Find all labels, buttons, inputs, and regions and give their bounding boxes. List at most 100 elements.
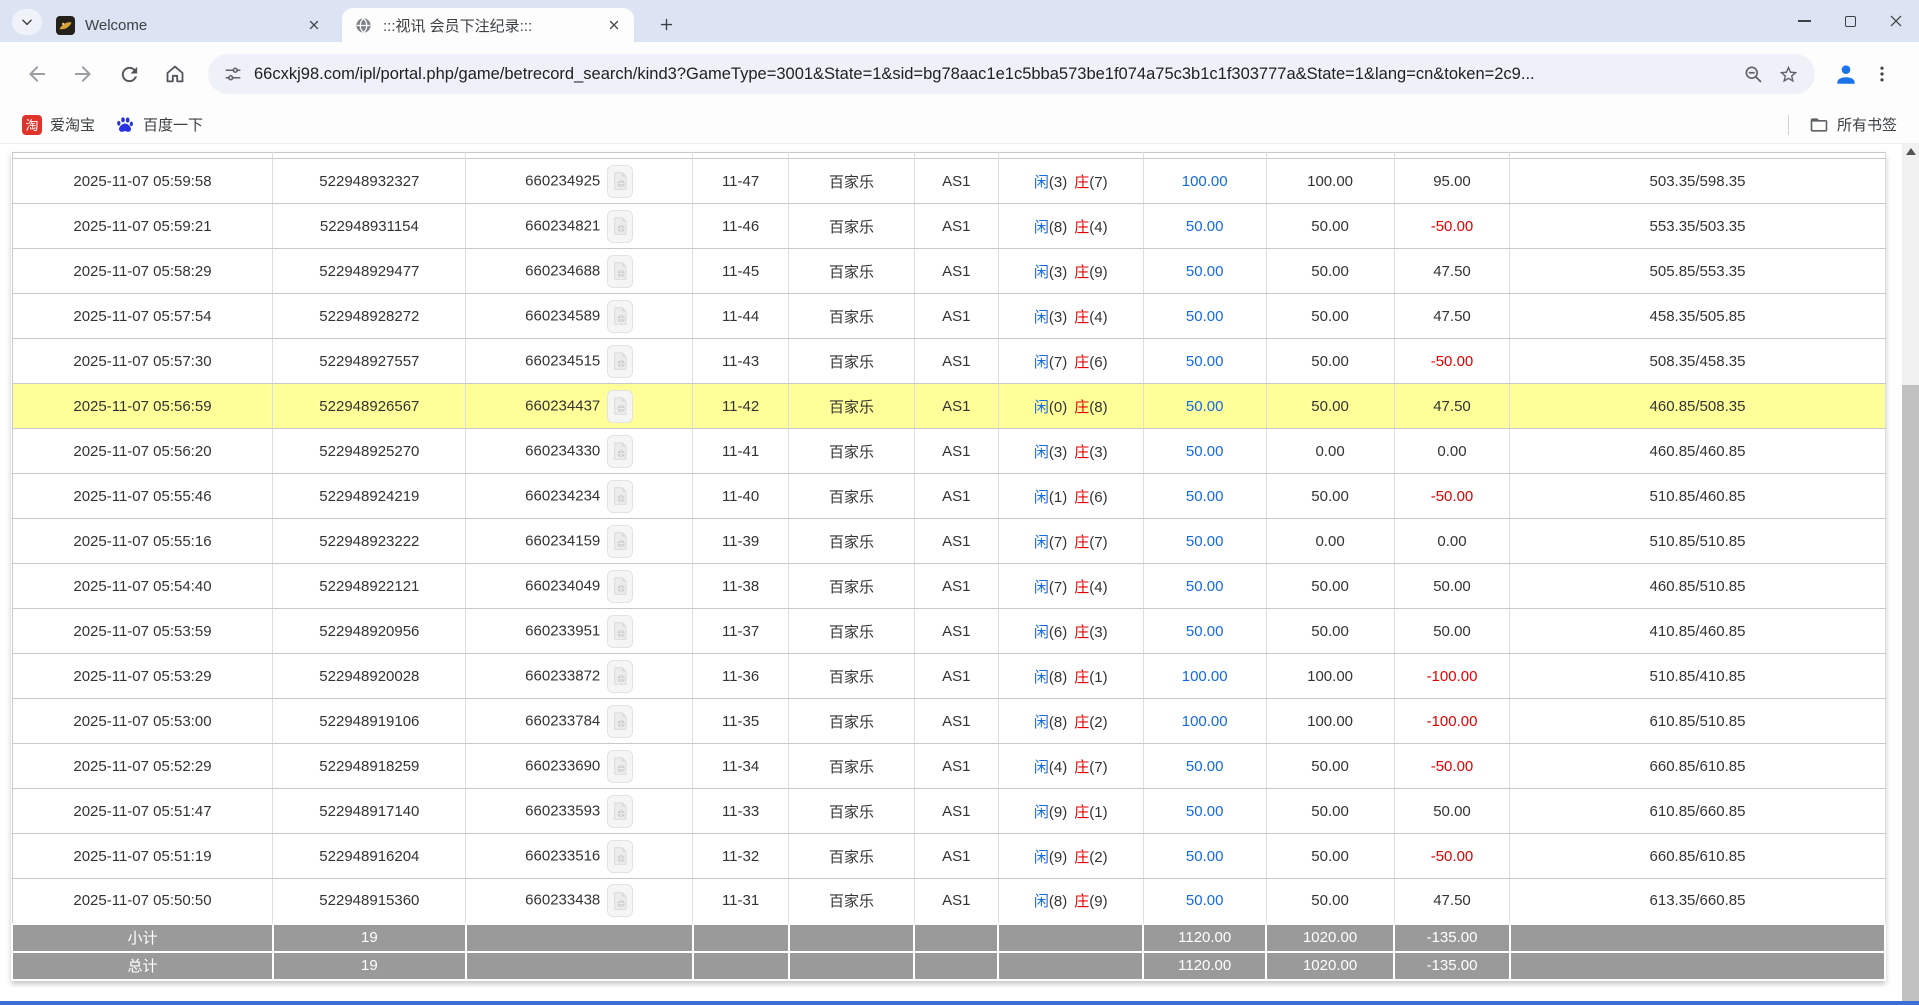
table-row[interactable]: 2025-11-07 05:56:20 522948925270 6602343… [12,429,1885,474]
table-row[interactable]: 2025-11-07 05:53:00 522948919106 6602337… [12,699,1885,744]
video-replay-icon[interactable] [607,300,633,333]
video-replay-icon[interactable] [607,705,633,738]
table-row[interactable]: 2025-11-07 05:55:16 522948923222 6602341… [12,519,1885,564]
table-row[interactable]: 2025-11-07 05:57:30 522948927557 6602345… [12,339,1885,384]
banker-label: 庄 [1074,534,1089,551]
video-replay-icon[interactable] [607,345,633,378]
cell-valid-amount: 50.00 [1266,564,1394,609]
video-replay-icon[interactable] [607,480,633,513]
table-row[interactable]: 2025-11-07 05:59:21 522948931154 6602348… [12,204,1885,249]
player-label: 闲 [1034,309,1049,326]
tab-search-button[interactable] [12,9,42,35]
cell-bet-id: 522948919106 [273,699,466,744]
cell-win-loss: -50.00 [1394,204,1510,249]
cell-table: AS1 [914,744,998,789]
tab-welcome[interactable]: Welcome [44,8,334,42]
cell-table: AS1 [914,609,998,654]
menu-button[interactable] [1869,61,1895,87]
cell-win-loss: 50.00 [1394,789,1510,834]
scrollbar-thumb[interactable] [1902,385,1919,1001]
tab-close-icon[interactable] [604,15,624,35]
cell-round-id: 660233951 [466,609,693,654]
round-id-text: 660234589 [525,307,600,324]
table-row[interactable]: 2025-11-07 05:53:29 522948920028 6602338… [12,654,1885,699]
banker-label: 庄 [1074,714,1089,731]
player-label: 闲 [1034,579,1049,596]
table-row[interactable]: 2025-11-07 05:57:54 522948928272 6602345… [12,294,1885,339]
minimize-button[interactable] [1781,0,1827,42]
video-replay-icon[interactable] [607,884,633,917]
table-row[interactable]: 2025-11-07 05:58:29 522948929477 6602346… [12,249,1885,294]
address-bar[interactable]: 66cxkj98.com/ipl/portal.php/game/betreco… [208,54,1815,94]
reload-button[interactable] [116,61,142,87]
banker-label: 庄 [1074,174,1089,191]
cell-round-id: 660234925 [466,159,693,204]
cell-balance: 508.35/458.35 [1510,339,1885,384]
back-button[interactable] [24,61,50,87]
cell-time: 2025-11-07 05:57:30 [12,339,273,384]
site-settings-icon[interactable] [224,65,242,83]
video-replay-icon[interactable] [607,795,633,828]
table-row[interactable]: 2025-11-07 05:51:19 522948916204 6602335… [12,834,1885,879]
cell-table: AS1 [914,204,998,249]
cell-win-loss: 47.50 [1394,294,1510,339]
video-replay-icon[interactable] [607,210,633,243]
player-label: 闲 [1034,714,1049,731]
new-tab-button[interactable] [652,10,680,38]
cell-round: 11-37 [693,609,789,654]
table-row[interactable]: 2025-11-07 05:55:46 522948924219 6602342… [12,474,1885,519]
cell-round: 11-32 [693,834,789,879]
table-row[interactable]: 2025-11-07 05:59:58 522948932327 6602349… [12,159,1885,204]
round-id-text: 660234049 [525,577,600,594]
round-id-text: 660234515 [525,352,600,369]
cell-game: 百家乐 [789,609,915,654]
profile-avatar[interactable] [1829,57,1863,91]
cell-valid-amount: 50.00 [1266,339,1394,384]
all-bookmarks-button[interactable]: 所有书签 [1799,111,1907,139]
cell-round: 11-36 [693,654,789,699]
bookmark-taobao[interactable]: 淘 爱淘宝 [12,111,105,139]
video-replay-icon[interactable] [607,255,633,288]
tab-close-icon[interactable] [304,15,324,35]
video-replay-icon[interactable] [607,660,633,693]
table-row[interactable]: 2025-11-07 05:52:29 522948918259 6602336… [12,744,1885,789]
video-replay-icon[interactable] [607,165,633,198]
cell-table: AS1 [914,789,998,834]
cell-bet-amount: 100.00 [1143,699,1266,744]
video-replay-icon[interactable] [607,615,633,648]
table-row[interactable]: 2025-11-07 05:50:50 522948915360 6602334… [12,879,1885,924]
close-button[interactable] [1873,0,1919,42]
bookmark-star-icon[interactable] [1778,64,1799,85]
tab-bet-records[interactable]: :::视讯 会员下注纪录::: [342,8,634,42]
url-text[interactable]: 66cxkj98.com/ipl/portal.php/game/betreco… [254,65,1731,84]
banker-label: 庄 [1074,354,1089,371]
video-replay-icon[interactable] [607,750,633,783]
cell-balance: 613.35/660.85 [1510,879,1885,924]
home-button[interactable] [162,61,188,87]
video-replay-icon[interactable] [607,840,633,873]
video-replay-icon[interactable] [607,435,633,468]
forward-button[interactable] [70,61,96,87]
video-replay-icon[interactable] [607,570,633,603]
round-id-text: 660234330 [525,442,600,459]
cell-round: 11-35 [693,699,789,744]
bookmark-baidu[interactable]: 百度一下 [105,111,213,139]
round-id-text: 660233593 [525,802,600,819]
table-row[interactable]: 2025-11-07 05:51:47 522948917140 6602335… [12,789,1885,834]
table-row[interactable]: 2025-11-07 05:54:40 522948922121 6602340… [12,564,1885,609]
video-replay-icon[interactable] [607,390,633,423]
cell-bet-amount: 50.00 [1143,609,1266,654]
cell-bet-amount: 50.00 [1143,744,1266,789]
cell-round-id: 660234234 [466,474,693,519]
table-row[interactable]: 2025-11-07 05:53:59 522948920956 6602339… [12,609,1885,654]
zoom-indicator-icon[interactable] [1743,64,1764,85]
cell-round-id: 660234159 [466,519,693,564]
scroll-up-button[interactable] [1902,143,1919,160]
banker-label: 庄 [1074,893,1089,910]
page-scrollbar[interactable] [1902,143,1919,1001]
maximize-button[interactable] [1827,0,1873,42]
round-id-text: 660234688 [525,262,600,279]
video-replay-icon[interactable] [607,525,633,558]
round-id-text: 660233951 [525,622,600,639]
table-row[interactable]: 2025-11-07 05:56:59 522948926567 6602344… [12,384,1885,429]
